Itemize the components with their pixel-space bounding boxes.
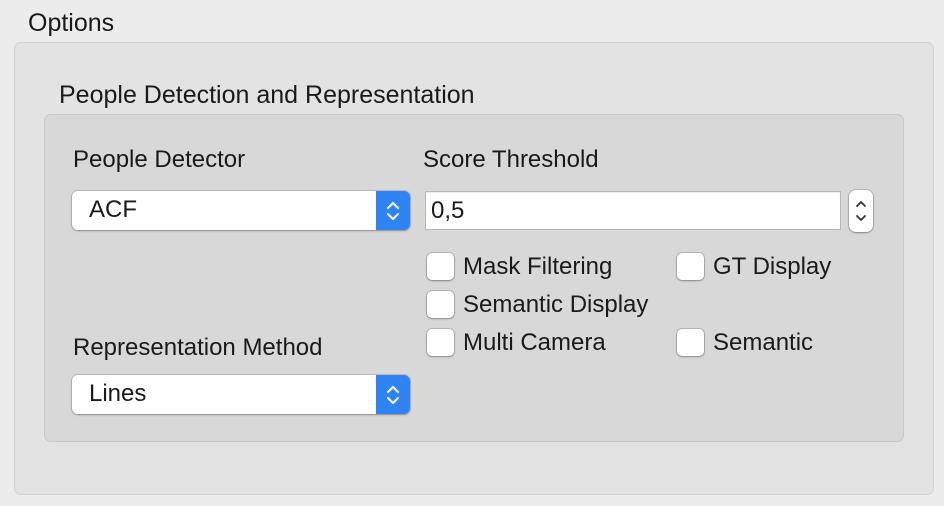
- score-threshold-label: Score Threshold: [423, 146, 599, 173]
- semantic-label: Semantic: [713, 329, 814, 356]
- people-detector-value: ACF: [89, 196, 137, 223]
- checkbox-box[interactable]: [427, 329, 454, 356]
- people-detector-label: People Detector: [73, 146, 246, 173]
- checkbox-box[interactable]: [427, 253, 454, 280]
- representation-method-label: Representation Method: [73, 334, 323, 361]
- people-detector-popup[interactable]: ACF: [72, 191, 410, 230]
- mask-filtering-label: Mask Filtering: [463, 253, 613, 280]
- section-title: People Detection and Representation: [59, 81, 475, 109]
- score-threshold-value: 0,5: [431, 197, 465, 224]
- chevron-up-down-icon: [376, 375, 410, 414]
- multi-camera-label: Multi Camera: [463, 329, 606, 356]
- representation-method-value: Lines: [89, 380, 147, 407]
- representation-method-popup[interactable]: Lines: [72, 375, 410, 414]
- checkbox-box[interactable]: [677, 253, 704, 280]
- checkbox-box[interactable]: [677, 329, 704, 356]
- checkbox-box[interactable]: [427, 291, 454, 318]
- options-group-title: Options: [28, 9, 115, 37]
- chevron-up-down-icon: [376, 191, 410, 230]
- score-threshold-field[interactable]: 0,5: [425, 191, 841, 230]
- stepper-arrows-icon: [856, 201, 866, 221]
- score-threshold-stepper[interactable]: [849, 190, 873, 232]
- gt-display-label: GT Display: [713, 253, 832, 280]
- semantic-display-label: Semantic Display: [463, 291, 649, 318]
